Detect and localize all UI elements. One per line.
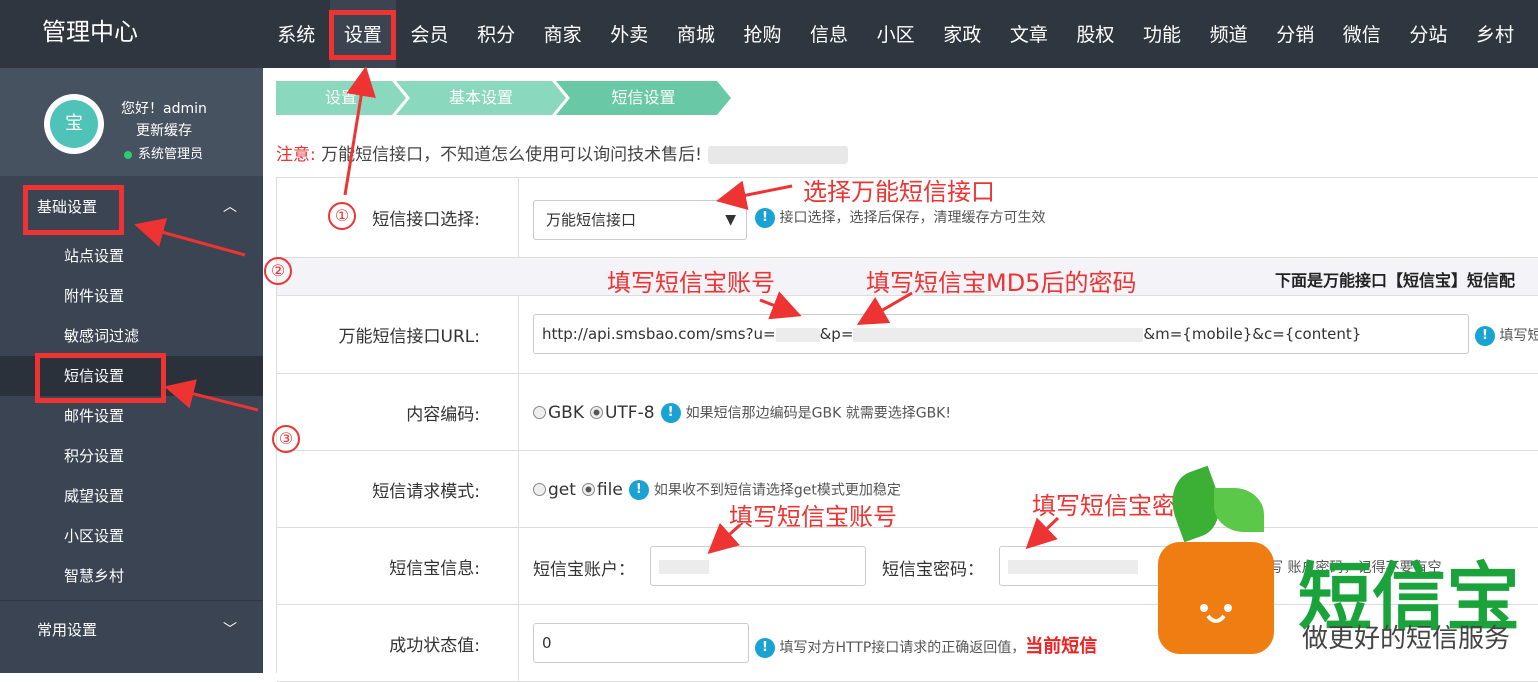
arrow-to-settings <box>343 66 376 196</box>
arrow-to-interface-select <box>716 180 793 211</box>
leaf-icon <box>1214 488 1264 532</box>
arrow-to-basic-group <box>134 217 246 257</box>
logo-box-icon <box>1158 542 1274 654</box>
arrow-to-sms-item <box>164 379 259 412</box>
arrow-to-url-account <box>759 291 802 320</box>
smile-face-icon <box>1200 604 1232 623</box>
arrow-to-password-input <box>1025 516 1060 550</box>
arrow-to-url-password <box>856 291 913 326</box>
arrow-to-account-input <box>707 522 741 554</box>
smsbao-logo: 短信宝 做更好的短信服务 <box>1150 465 1538 673</box>
logo-slogan: 做更好的短信服务 <box>1302 624 1511 654</box>
